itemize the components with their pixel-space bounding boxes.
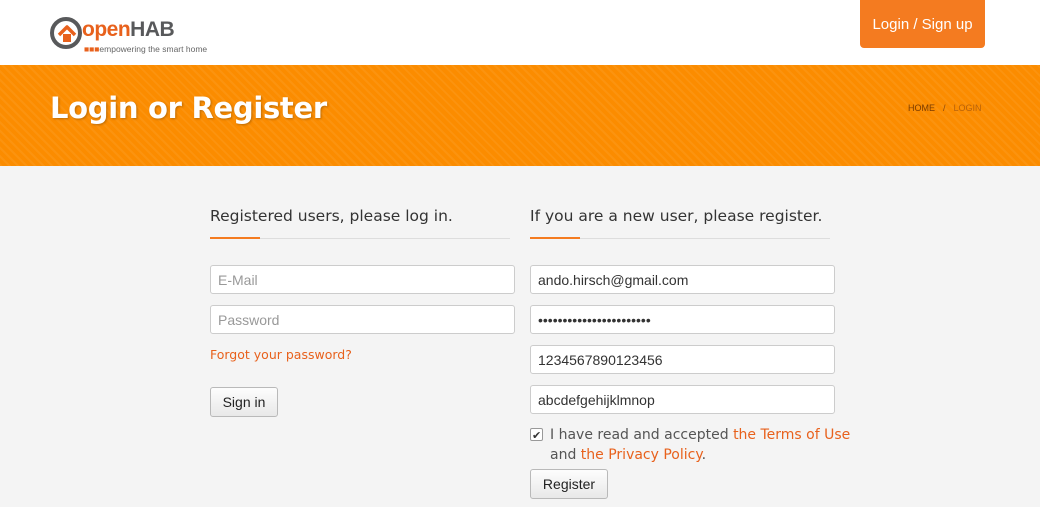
terms-of-use-link[interactable]: the Terms of Use <box>733 427 850 443</box>
brand-name: openHAB <box>82 18 175 41</box>
terms-and-text: and <box>550 447 581 463</box>
register-divider-accent <box>530 237 580 239</box>
register-button[interactable]: Register <box>530 469 608 499</box>
privacy-policy-link[interactable]: the Privacy Policy <box>581 447 702 463</box>
login-signup-button[interactable]: Login / Sign up <box>860 0 985 48</box>
breadcrumb-current: LOGIN <box>953 103 982 113</box>
terms-line-2: and the Privacy Policy. <box>550 445 706 465</box>
login-heading: Registered users, please log in. <box>210 207 453 225</box>
page-title: Login or Register <box>50 91 327 125</box>
terms-text: I have read and accepted <box>550 427 734 443</box>
register-field-3-input[interactable] <box>530 345 835 374</box>
house-logo-icon <box>50 17 82 49</box>
top-navbar: openHAB ■■■empowering the smart home Log… <box>0 0 1040 65</box>
terms-period: . <box>701 447 707 463</box>
login-heading-divider <box>210 237 510 239</box>
breadcrumb-home[interactable]: HOME <box>908 103 935 113</box>
login-divider-accent <box>210 237 260 239</box>
openhab-logo[interactable]: openHAB ■■■empowering the smart home <box>50 14 207 58</box>
register-heading-divider <box>530 237 830 239</box>
register-field-4-input[interactable] <box>530 385 835 414</box>
register-password-input[interactable] <box>530 305 835 334</box>
page-banner: Login or Register HOME / LOGIN <box>0 65 1040 166</box>
terms-checkbox[interactable] <box>530 426 543 446</box>
forgot-password-link[interactable]: Forgot your password? <box>210 347 352 362</box>
breadcrumb: HOME / LOGIN <box>908 103 982 113</box>
register-heading: If you are a new user, please register. <box>530 207 823 225</box>
register-email-input[interactable] <box>530 265 835 294</box>
breadcrumb-separator: / <box>943 103 946 113</box>
sign-in-button[interactable]: Sign in <box>210 387 278 417</box>
brand-tagline: ■■■empowering the smart home <box>84 44 208 54</box>
login-password-input[interactable] <box>210 305 515 334</box>
terms-line-1: I have read and accepted the Terms of Us… <box>550 425 850 445</box>
login-email-input[interactable] <box>210 265 515 294</box>
